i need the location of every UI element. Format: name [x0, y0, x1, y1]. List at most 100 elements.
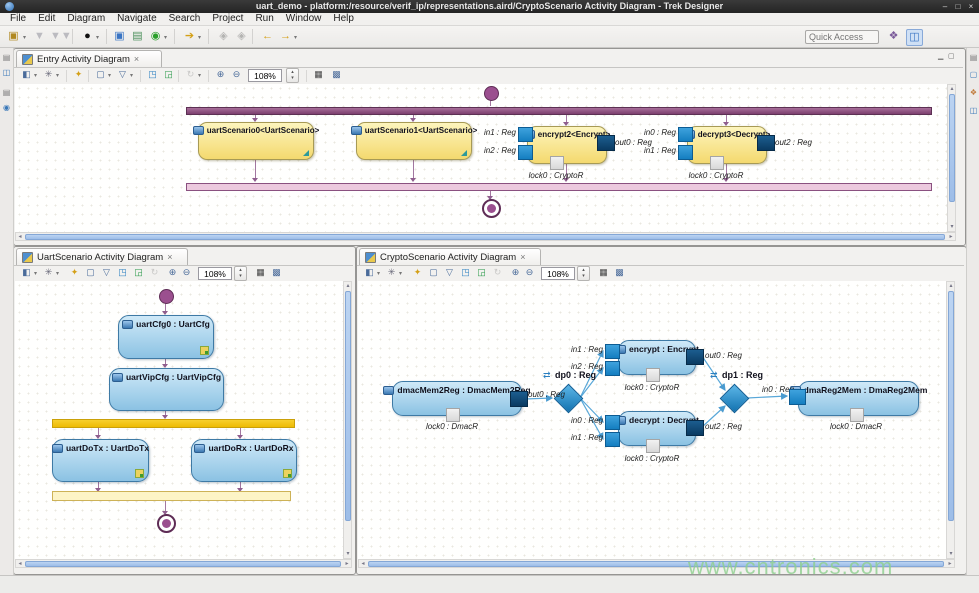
menu-window[interactable]: Window [280, 13, 328, 25]
port-lock0[interactable] [850, 408, 864, 422]
layout-icon[interactable]: ◧ [20, 68, 33, 81]
port-in0[interactable] [789, 389, 806, 405]
layout-icon[interactable]: ◧ [363, 266, 376, 279]
join-bar[interactable] [186, 183, 932, 191]
zoom-in-icon[interactable]: ⊕ [509, 266, 522, 279]
export-diagram-icon[interactable]: ◲ [162, 68, 175, 81]
uart-hscroll-thumb[interactable] [25, 561, 341, 567]
menu-diagram[interactable]: Diagram [61, 13, 111, 25]
refresh-icon[interactable]: ↻ [148, 266, 161, 279]
node-uartScenario1[interactable]: uartScenario1<UartScenario> [356, 122, 472, 160]
crypto-vscroll-thumb[interactable] [948, 291, 954, 521]
restore-view-icon-3[interactable]: ▤ [968, 52, 979, 63]
filter-icon[interactable]: ▽ [443, 266, 456, 279]
minimized-view-icon-1[interactable]: ◫ [1, 67, 12, 78]
debug-caret-icon[interactable]: ▾ [96, 34, 99, 41]
properties-view-icon[interactable]: ❖ [968, 87, 979, 98]
port-in1[interactable] [678, 145, 693, 160]
port-in2[interactable] [605, 361, 620, 376]
menu-search[interactable]: Search [163, 13, 207, 25]
snapshot-icon[interactable]: ▦ [597, 266, 610, 279]
uart-hscrollbar[interactable]: ◂ ▸ [15, 559, 352, 568]
maximize-view-icon[interactable]: ▢ [948, 52, 955, 60]
port-out2[interactable] [757, 135, 775, 151]
port-in1[interactable] [605, 432, 620, 447]
filter-icon[interactable]: ▽ [116, 68, 129, 81]
grid-icon[interactable]: ▩ [330, 68, 343, 81]
port-out2[interactable] [686, 420, 704, 436]
select-caret-icon[interactable]: ▾ [56, 72, 59, 79]
copy-layout-icon[interactable]: ▢ [84, 266, 97, 279]
menu-edit[interactable]: Edit [32, 13, 61, 25]
uart-vscroll-thumb[interactable] [345, 291, 351, 521]
zoom-out-icon[interactable]: ⊖ [230, 68, 243, 81]
port-lock0[interactable] [550, 156, 564, 170]
debug-icon[interactable]: ● [80, 29, 95, 44]
layout-icon[interactable]: ◧ [20, 266, 33, 279]
tab-entry-activity-diagram[interactable]: Entry Activity Diagram × [16, 50, 162, 67]
crypto-hscrollbar[interactable]: ◂ ▸ [358, 559, 955, 568]
port-in0[interactable] [605, 415, 620, 430]
scroll-down-arrow[interactable]: ▾ [947, 550, 955, 558]
scroll-right-arrow[interactable]: ▸ [946, 560, 954, 568]
port-out0[interactable] [597, 135, 615, 151]
export-image-icon[interactable]: ◳ [459, 266, 472, 279]
crypto-hscroll-thumb[interactable] [368, 561, 944, 567]
perspective-active-icon[interactable]: ◫ [906, 29, 923, 46]
menu-file[interactable]: File [4, 13, 32, 25]
scroll-up-arrow[interactable]: ▴ [344, 282, 352, 290]
new-wizard-icon[interactable]: ▣ [6, 29, 21, 44]
export-image-icon[interactable]: ◳ [116, 266, 129, 279]
run-launch-caret-icon[interactable]: ▾ [198, 34, 201, 41]
fork-bar[interactable] [52, 419, 295, 428]
grid-icon[interactable]: ▩ [270, 266, 283, 279]
zoom-level-input[interactable] [541, 267, 575, 280]
prev-annotation-icon[interactable]: ◈ [216, 29, 231, 44]
zoom-level-input[interactable] [198, 267, 232, 280]
tab-cryptoscenario-activity-diagram[interactable]: CryptoScenario Activity Diagram × [359, 248, 541, 265]
node-decrypt3[interactable]: decrypt3<Decrypt> [687, 126, 767, 164]
layout-caret-icon[interactable]: ▾ [377, 270, 380, 277]
port-lock0[interactable] [446, 408, 460, 422]
port-in1[interactable] [605, 344, 620, 359]
export-diagram-icon[interactable]: ◲ [132, 266, 145, 279]
minimized-view-icon-2[interactable]: ◉ [1, 102, 12, 113]
zoom-out-icon[interactable]: ⊖ [523, 266, 536, 279]
export-image-icon[interactable]: ◳ [146, 68, 159, 81]
copy-layout-icon[interactable]: ▢ [94, 68, 107, 81]
new-wizard-caret-icon[interactable]: ▾ [23, 34, 26, 41]
scroll-left-arrow[interactable]: ◂ [359, 560, 367, 568]
join-bar[interactable] [52, 491, 291, 501]
refresh-icon[interactable]: ↻ [184, 68, 197, 81]
scroll-right-arrow[interactable]: ▸ [343, 560, 351, 568]
final-node[interactable] [157, 514, 176, 533]
back-icon[interactable]: ← [260, 29, 275, 44]
layout-caret-icon[interactable]: ▾ [34, 72, 37, 79]
forward-caret-icon[interactable]: ▾ [294, 34, 297, 41]
save-all-icon[interactable]: ▼▼ [50, 29, 65, 44]
zoom-spinner[interactable]: ▴▾ [286, 68, 299, 83]
port-lock0[interactable] [646, 439, 660, 453]
entry-hscroll-thumb[interactable] [25, 234, 945, 240]
scroll-down-arrow[interactable]: ▾ [948, 223, 956, 231]
close-button[interactable]: × [965, 1, 977, 12]
uart-vscrollbar[interactable]: ▴ ▾ [343, 281, 352, 559]
snapshot-icon[interactable]: ▦ [312, 68, 325, 81]
select-mode-icon[interactable]: ✳ [42, 266, 55, 279]
filter-caret-icon[interactable]: ▾ [130, 72, 133, 79]
menu-run[interactable]: Run [249, 13, 279, 25]
grid-icon[interactable]: ▩ [613, 266, 626, 279]
menu-navigate[interactable]: Navigate [111, 13, 162, 25]
refresh-icon[interactable]: ↻ [491, 266, 504, 279]
refresh-caret-icon[interactable]: ▾ [198, 72, 201, 79]
validate-icon[interactable]: ◉ [148, 29, 163, 44]
validate-caret-icon[interactable]: ▾ [164, 34, 167, 41]
forward-icon[interactable]: → [278, 29, 293, 44]
port-out0[interactable] [510, 391, 528, 407]
zoom-in-icon[interactable]: ⊕ [214, 68, 227, 81]
node-uartScenario0[interactable]: uartScenario0<UartScenario> [198, 122, 314, 160]
pin-icon[interactable]: ✦ [411, 266, 424, 279]
initial-node[interactable] [484, 86, 499, 101]
port-out0[interactable] [686, 349, 704, 365]
console-icon[interactable]: ▣ [112, 29, 127, 44]
